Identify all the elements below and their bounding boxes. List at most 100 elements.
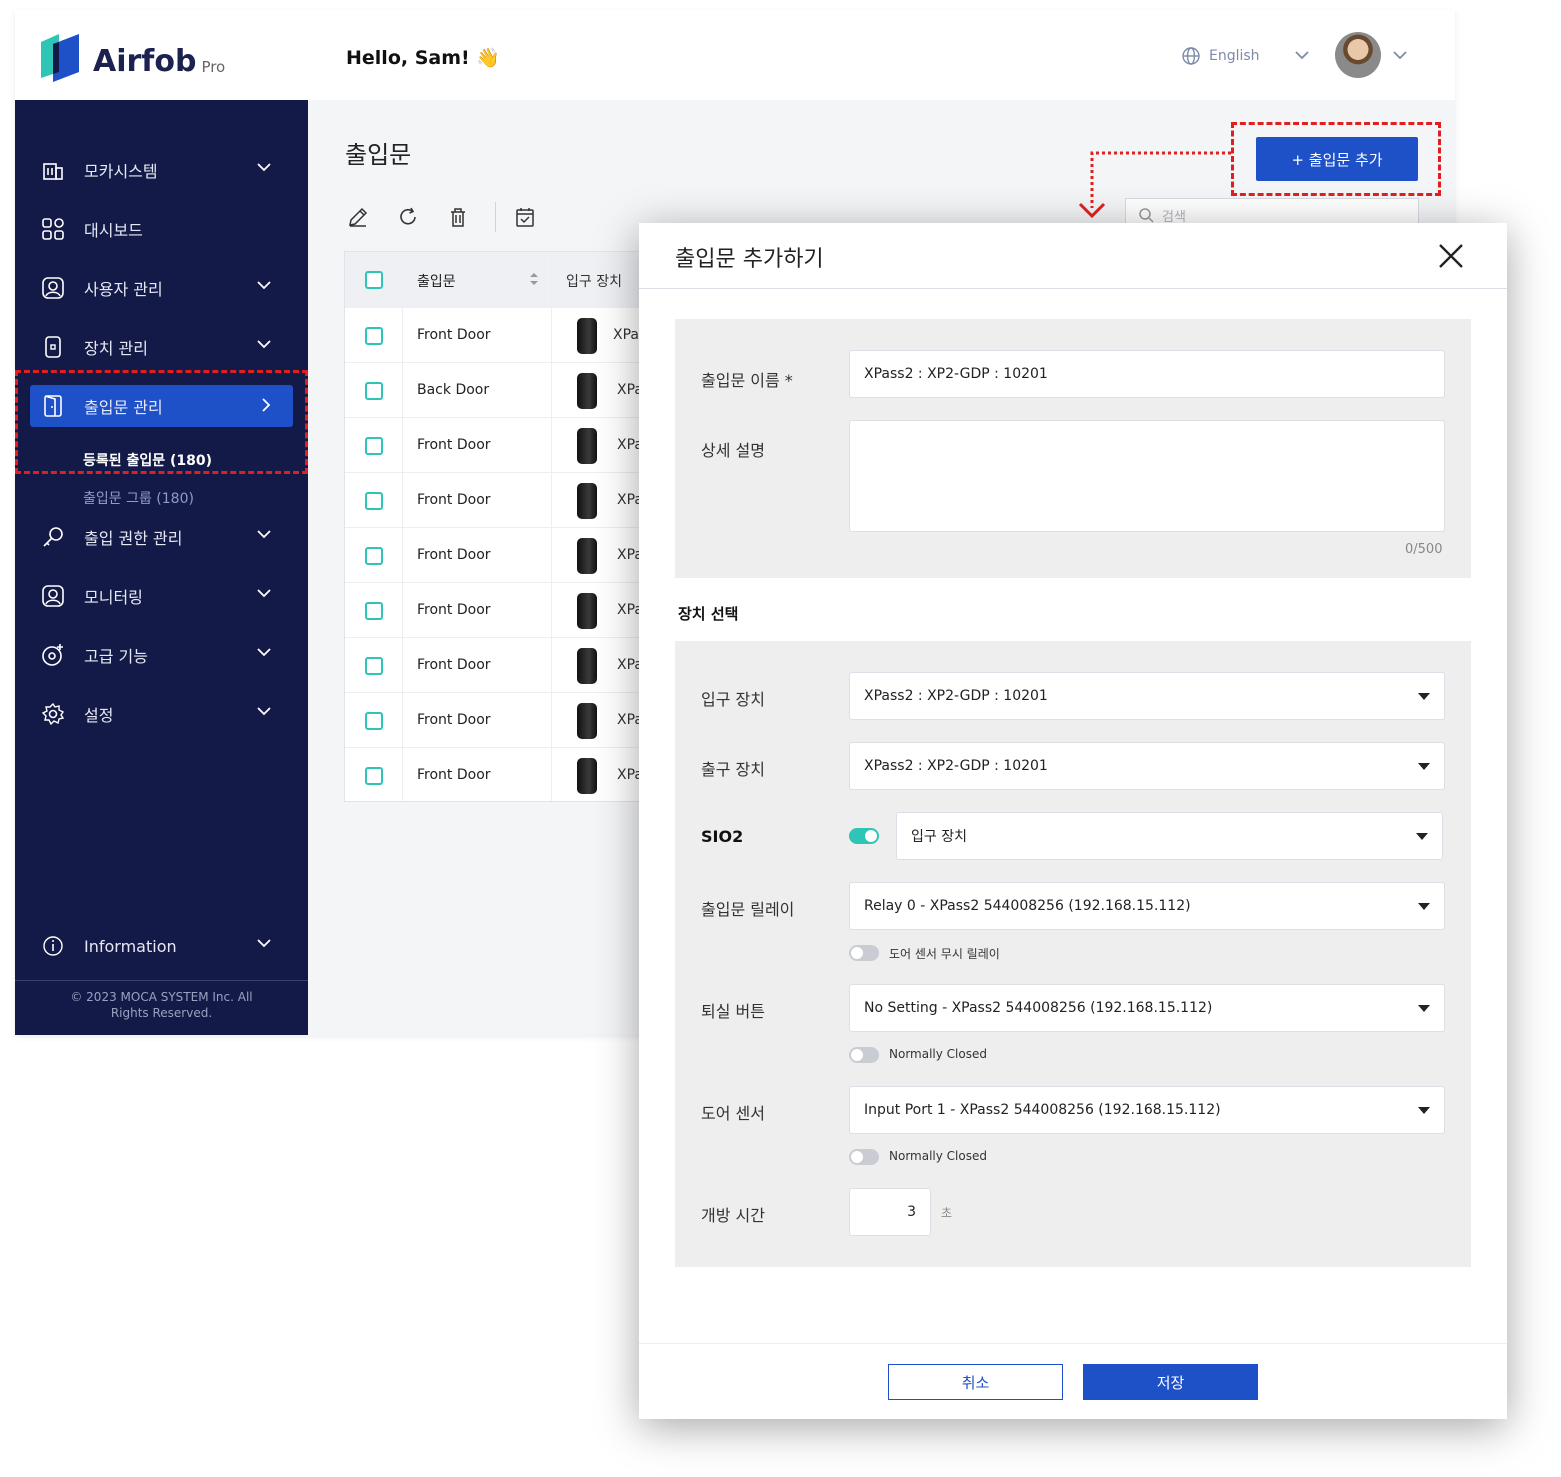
sidebar-item-label: 대시보드 bbox=[84, 221, 143, 240]
edit-icon[interactable] bbox=[345, 204, 371, 230]
row-checkbox[interactable] bbox=[365, 602, 383, 620]
table-row[interactable]: Front Door XPa bbox=[345, 417, 643, 472]
row-checkbox[interactable] bbox=[365, 547, 383, 565]
column-divider bbox=[402, 252, 403, 307]
reader-device-icon bbox=[577, 318, 597, 354]
open-time-label: 개방 시간 bbox=[701, 1206, 765, 1225]
ignore-door-sensor-relay-toggle[interactable] bbox=[849, 945, 879, 961]
column-divider bbox=[551, 693, 552, 747]
sidebar-item-settings[interactable]: 설정 bbox=[30, 693, 293, 735]
table-row[interactable]: Front Door XPa bbox=[345, 692, 643, 747]
door-name: Front Door bbox=[417, 437, 491, 453]
sio2-label: SIO2 bbox=[701, 827, 744, 846]
reader-device-icon bbox=[577, 428, 597, 464]
basic-info-panel: 출입문 이름 * XPass2 : XP2-GDP : 10201 상세 설명 … bbox=[675, 319, 1471, 578]
door-name: Front Door bbox=[417, 767, 491, 783]
brand-logo[interactable]: Airfob Pro bbox=[39, 32, 225, 82]
description-textarea[interactable] bbox=[849, 420, 1445, 532]
reader-device-icon bbox=[577, 758, 597, 794]
table-row[interactable]: Front Door XPa bbox=[345, 747, 643, 801]
caret-down-icon bbox=[1418, 1005, 1430, 1012]
sio2-select[interactable]: 입구 장치 bbox=[896, 812, 1443, 860]
column-divider bbox=[402, 748, 403, 801]
sidebar-item-label: 설정 bbox=[84, 706, 114, 725]
table-row[interactable]: Back Door XPa bbox=[345, 362, 643, 417]
search-icon bbox=[1139, 208, 1154, 223]
sio2-toggle[interactable] bbox=[849, 828, 879, 844]
row-checkbox[interactable] bbox=[365, 437, 383, 455]
sidebar-item-label: 모니터링 bbox=[84, 588, 143, 607]
door-sensor-select[interactable]: Input Port 1 - XPass2 544008256 (192.168… bbox=[849, 1086, 1445, 1134]
exit-device-select[interactable]: XPass2 : XP2-GDP : 10201 bbox=[849, 742, 1445, 790]
ignore-door-sensor-relay-label: 도어 센서 무시 릴레이 bbox=[889, 947, 1000, 961]
row-checkbox[interactable] bbox=[365, 382, 383, 400]
table-row[interactable]: Front Door XPa bbox=[345, 637, 643, 692]
sidebar-subitem-door-groups[interactable]: 출입문 그룹 (180) bbox=[83, 488, 194, 508]
caret-down-icon bbox=[1418, 693, 1430, 700]
door-name-field[interactable]: XPass2 : XP2-GDP : 10201 bbox=[849, 350, 1445, 398]
sidebar-item-information[interactable]: Information bbox=[30, 925, 293, 967]
column-divider bbox=[551, 583, 552, 637]
cancel-button[interactable]: 취소 bbox=[888, 1364, 1063, 1400]
save-button[interactable]: 저장 bbox=[1083, 1364, 1258, 1400]
door-sensor-normally-closed-toggle[interactable] bbox=[849, 1149, 879, 1165]
close-icon[interactable] bbox=[1436, 241, 1466, 271]
exit-device-label: 출구 장치 bbox=[701, 760, 765, 779]
column-header-door[interactable]: 출입문 bbox=[417, 271, 456, 291]
door-name: Front Door bbox=[417, 327, 491, 343]
table-row[interactable]: Front Door XPa bbox=[345, 307, 643, 362]
language-selector[interactable]: English bbox=[1181, 46, 1260, 66]
sort-icon[interactable] bbox=[529, 272, 539, 286]
table-row[interactable]: Front Door XPa bbox=[345, 472, 643, 527]
column-divider bbox=[402, 583, 403, 637]
add-door-modal: 출입문 추가하기 출입문 이름 * XPass2 : XP2-GDP : 102… bbox=[639, 223, 1507, 1419]
trash-icon[interactable] bbox=[445, 204, 471, 230]
top-bar: Airfob Pro Hello, Sam! 👋 English bbox=[15, 10, 1455, 100]
page-title: 출입문 bbox=[345, 141, 412, 169]
avatar[interactable] bbox=[1335, 32, 1381, 78]
calendar-check-icon[interactable] bbox=[512, 204, 538, 230]
sidebar-item-label: 장치 관리 bbox=[84, 339, 148, 358]
row-checkbox[interactable] bbox=[365, 327, 383, 345]
device-section-title: 장치 선택 bbox=[678, 605, 739, 623]
open-time-input[interactable]: 3 bbox=[849, 1188, 931, 1236]
exit-button-select[interactable]: No Setting - XPass2 544008256 (192.168.1… bbox=[849, 984, 1445, 1032]
select-all-checkbox[interactable] bbox=[365, 271, 383, 289]
chevron-down-icon bbox=[257, 340, 271, 349]
row-checkbox[interactable] bbox=[365, 492, 383, 510]
sidebar-item-user-management[interactable]: 사용자 관리 bbox=[30, 267, 293, 309]
language-label: English bbox=[1209, 48, 1260, 64]
user-icon bbox=[40, 275, 66, 301]
chevron-down-icon[interactable] bbox=[1295, 50, 1309, 60]
table-row[interactable]: Front Door XPa bbox=[345, 582, 643, 637]
sidebar-item-label: Information bbox=[84, 936, 177, 956]
sidebar-item-dashboard[interactable]: 대시보드 bbox=[30, 208, 293, 250]
brand-name: Airfob bbox=[93, 44, 197, 79]
row-checkbox[interactable] bbox=[365, 712, 383, 730]
description-counter: 0/500 bbox=[1405, 542, 1443, 557]
row-checkbox[interactable] bbox=[365, 767, 383, 785]
door-sensor-normally-closed-label: Normally Closed bbox=[889, 1149, 987, 1163]
reader-device-icon bbox=[577, 373, 597, 409]
sidebar-item-device-management[interactable]: 장치 관리 bbox=[30, 326, 293, 368]
sidebar-item-label: 모카시스템 bbox=[84, 162, 158, 181]
door-name: Front Door bbox=[417, 602, 491, 618]
toolbar-divider bbox=[495, 202, 496, 232]
building-icon bbox=[40, 157, 66, 183]
chevron-down-icon[interactable] bbox=[1393, 50, 1407, 60]
table-row[interactable]: Front Door XPa bbox=[345, 527, 643, 582]
highlight-annotation-box bbox=[15, 370, 308, 474]
chevron-down-icon bbox=[257, 281, 271, 290]
sidebar-item-moca-system[interactable]: 모카시스템 bbox=[30, 149, 293, 191]
refresh-icon[interactable] bbox=[395, 204, 421, 230]
row-checkbox[interactable] bbox=[365, 657, 383, 675]
door-relay-select[interactable]: Relay 0 - XPass2 544008256 (192.168.15.1… bbox=[849, 882, 1445, 930]
sidebar-item-advanced[interactable]: 고급 기능 bbox=[30, 634, 293, 676]
sidebar-item-monitoring[interactable]: 모니터링 bbox=[30, 575, 293, 617]
column-header-entry-device[interactable]: 입구 장치 bbox=[566, 271, 622, 291]
gear-icon bbox=[40, 701, 66, 727]
exit-button-normally-closed-toggle[interactable] bbox=[849, 1047, 879, 1063]
sidebar-item-label: 사용자 관리 bbox=[84, 280, 163, 299]
entry-device-select[interactable]: XPass2 : XP2-GDP : 10201 bbox=[849, 672, 1445, 720]
sidebar-item-access-rights[interactable]: 출입 권한 관리 bbox=[30, 516, 293, 558]
